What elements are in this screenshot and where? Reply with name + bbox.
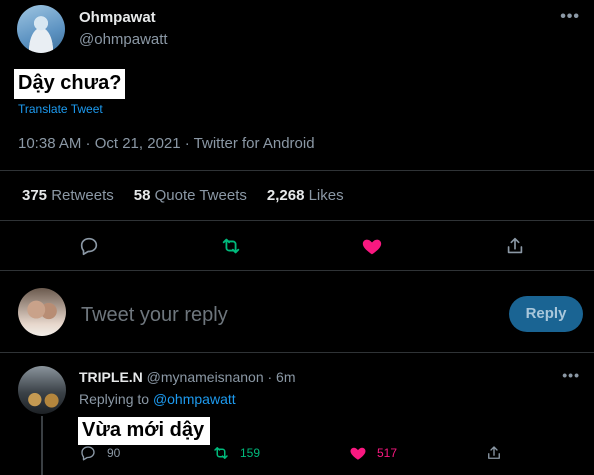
reply-like-count: 517: [377, 446, 398, 460]
translate-tweet-link[interactable]: Translate Tweet: [18, 102, 103, 116]
reply-retweet-count: 159: [240, 446, 261, 460]
tweet-text: Dậy chưa?: [14, 69, 126, 99]
replying-to-mention[interactable]: @ohmpawatt: [153, 391, 236, 407]
reply-time[interactable]: · 6m: [268, 369, 296, 385]
reply-button[interactable]: Reply: [509, 296, 583, 332]
tweet-stats: 375 Retweets 58 Quote Tweets 2,268 Likes: [22, 187, 344, 204]
author-handle[interactable]: @ohmpawatt: [79, 31, 168, 48]
retweets-stat[interactable]: 375 Retweets: [22, 187, 114, 204]
divider: [0, 352, 594, 353]
reply-author-line: TRIPLE.N @mynameisnanon · 6m: [79, 369, 296, 385]
reply-reply-count: 90: [107, 446, 121, 460]
author-avatar[interactable]: [17, 5, 65, 53]
more-options-icon[interactable]: •••: [560, 8, 580, 26]
divider: [0, 270, 594, 271]
reply-icon[interactable]: [78, 235, 100, 257]
reply-reply-button[interactable]: 90: [79, 444, 120, 462]
tweet-meta: 10:38 AM · Oct 21, 2021 · Twitter for An…: [18, 135, 315, 152]
reply-author-avatar[interactable]: [18, 366, 66, 414]
replying-to: Replying to @ohmpawatt: [79, 391, 236, 407]
likes-stat[interactable]: 2,268 Likes: [267, 187, 344, 204]
retweet-icon: [214, 447, 228, 459]
divider: [0, 220, 594, 221]
share-icon: [488, 446, 500, 459]
author-name[interactable]: Ohmpawat: [79, 9, 156, 26]
reply-retweet-button[interactable]: 159: [212, 444, 260, 462]
reply-more-options-icon[interactable]: •••: [562, 367, 580, 383]
quote-tweets-stat[interactable]: 58 Quote Tweets: [134, 187, 247, 204]
divider: [0, 170, 594, 171]
heart-filled-icon: [350, 447, 366, 460]
share-icon[interactable]: [504, 235, 526, 257]
thread-line: [41, 416, 43, 475]
reply-icon: [81, 446, 95, 461]
reply-share-button[interactable]: [485, 444, 503, 462]
reply-text: Vừa mới dậy: [78, 417, 211, 445]
user-avatar[interactable]: [18, 288, 66, 336]
heart-filled-icon[interactable]: [361, 235, 383, 257]
reply-input[interactable]: Tweet your reply: [81, 304, 228, 327]
reply-like-button[interactable]: 517: [349, 444, 397, 462]
reply-author-name[interactable]: TRIPLE.N: [79, 369, 143, 385]
reply-author-handle[interactable]: @mynameisnanon: [147, 369, 264, 385]
retweet-icon[interactable]: [220, 235, 242, 257]
